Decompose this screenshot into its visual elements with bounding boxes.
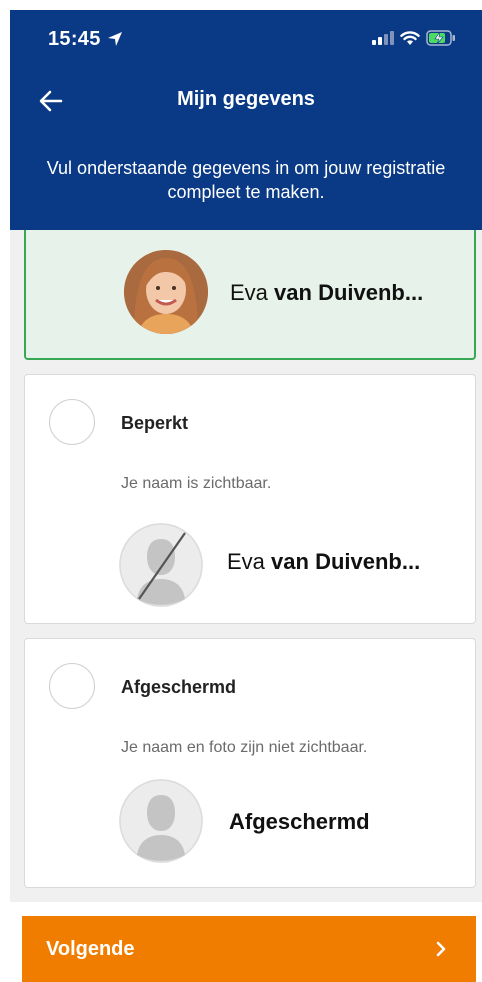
chevron-right-icon [436,941,446,957]
first-name: Eva [227,549,265,574]
next-button-label: Volgende [46,938,135,960]
option-card-afgeschermd[interactable]: Afgeschermd Je naam en foto zijn niet zi… [24,638,476,888]
person-placeholder-icon [119,779,203,863]
display-name-text: Afgeschermd [229,809,370,834]
page-subtitle: Vul onderstaande gegevens in om jouw reg… [46,158,446,202]
status-icons [372,30,456,46]
time-text: 15:45 [48,28,101,50]
last-name: van Duivenb... [274,280,424,305]
display-name: Afgeschermd [229,809,370,835]
footer-spacer [10,902,482,916]
wifi-icon [400,30,420,45]
option-card-beperkt[interactable]: Beperkt Je naam is zichtbaar. Eva van Du… [24,374,476,624]
person-crossed-icon [119,523,203,607]
next-button[interactable]: Volgende [22,916,476,982]
avatar-hidden-photo [119,523,203,607]
radio-afgeschermd[interactable] [49,663,95,709]
profile-photo [124,250,208,334]
battery-charging-icon [426,30,455,46]
user-name: Eva van Duivenb... [227,549,420,575]
user-name: Eva van Duivenb... [230,280,423,306]
option-title: Afgeschermd [121,677,237,697]
signal-icon [372,31,394,45]
option-description: Je naam is zichtbaar. [121,475,272,492]
navbar: Mijn gegevens [10,68,482,128]
option-title: Beperkt [121,413,189,433]
status-bar: 15:45 [10,10,482,64]
option-description: Je naam en foto zijn niet zichtbaar. [121,739,368,756]
location-arrow-icon [107,32,122,46]
last-name: van Duivenb... [271,549,421,574]
profile-photo-image [124,250,208,334]
first-name: Eva [230,280,268,305]
app-header: 15:45 Mijn gegevens Vul onderstaande geg… [10,10,482,230]
option-card-public[interactable]: Eva van Duivenb... [24,230,476,360]
avatar-placeholder [119,779,203,863]
status-time: 15:45 [48,28,123,51]
page-title: Mijn gegevens [177,88,315,110]
privacy-options-list[interactable]: Eva van Duivenb... Beperkt Je naam is zi… [10,230,482,902]
radio-beperkt[interactable] [49,399,95,445]
